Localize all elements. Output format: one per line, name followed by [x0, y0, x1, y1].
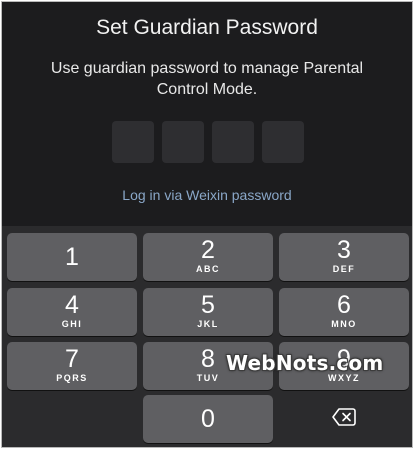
pin-digit-box-3[interactable]	[212, 121, 254, 163]
key-4[interactable]: 4 GHI	[7, 288, 137, 336]
numeric-keypad: 1 2 ABC 3 DEF 4 GHI 5 JKL 6 MNO 7 PQRS 8…	[2, 226, 412, 447]
key-7[interactable]: 7 PQRS	[7, 342, 137, 390]
key-0[interactable]: 0	[143, 395, 273, 443]
watermark: WebNots.com	[226, 351, 384, 375]
key-digit: 5	[201, 291, 215, 319]
key-digit: 0	[201, 405, 215, 433]
key-letters: ABC	[196, 264, 220, 274]
instruction-text: Use guardian password to manage Parental…	[50, 60, 364, 98]
key-letters: PQRS	[56, 373, 88, 383]
key-digit: 2	[201, 236, 215, 264]
delete-button[interactable]	[279, 395, 409, 443]
key-digit: 3	[337, 236, 351, 264]
key-digit: 7	[65, 345, 79, 373]
key-letters: DEF	[332, 264, 356, 274]
key-letters: JKL	[197, 319, 219, 329]
key-digit: 4	[65, 291, 79, 319]
pin-digit-box-4[interactable]	[262, 121, 304, 163]
pin-input[interactable]	[112, 121, 304, 163]
backspace-icon	[332, 407, 356, 431]
page-title: Set Guardian Password	[96, 16, 318, 39]
parental-control-password-screen: Set Guardian Password Use guardian passw…	[1, 1, 413, 448]
key-letters: GHI	[61, 319, 83, 329]
key-1[interactable]: 1	[7, 233, 137, 281]
pin-digit-box-2[interactable]	[162, 121, 204, 163]
key-letters: MNO	[331, 319, 357, 329]
key-2[interactable]: 2 ABC	[143, 233, 273, 281]
key-5[interactable]: 5 JKL	[143, 288, 273, 336]
weixin-password-login-link[interactable]: Log in via Weixin password	[2, 186, 412, 204]
key-3[interactable]: 3 DEF	[279, 233, 409, 281]
key-6[interactable]: 6 MNO	[279, 288, 409, 336]
key-digit: 1	[65, 243, 79, 271]
pin-digit-box-1[interactable]	[112, 121, 154, 163]
key-digit: 6	[337, 291, 351, 319]
